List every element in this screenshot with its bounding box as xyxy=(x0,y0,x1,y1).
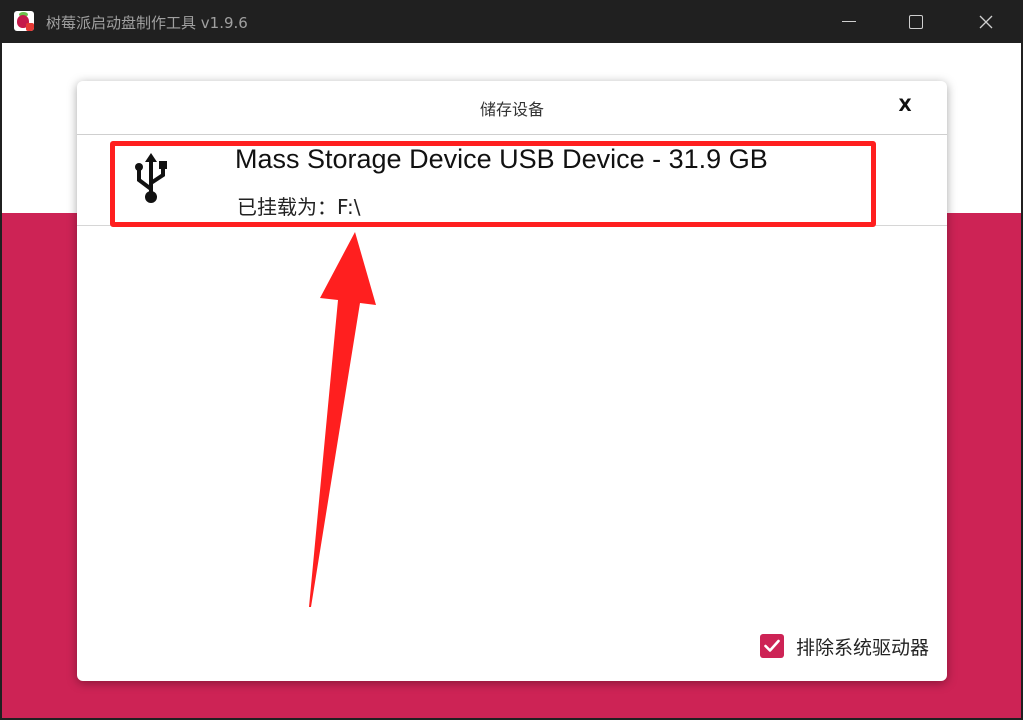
device-mount-point: 已挂载为：F:\ xyxy=(237,195,361,219)
app-window: 树莓派启动盘制作工具 v1.9.6 储存设备 X Mass Storage De… xyxy=(0,0,1023,720)
device-list-item[interactable]: Mass Storage Device USB Device - 31.9 GB… xyxy=(77,135,947,226)
title-bar[interactable]: 树莓派启动盘制作工具 v1.9.6 xyxy=(0,0,1023,43)
window-title: 树莓派启动盘制作工具 v1.9.6 xyxy=(46,14,248,32)
raspberry-pi-icon xyxy=(14,11,34,31)
dialog-close-button[interactable]: X xyxy=(892,93,918,119)
minimize-button[interactable] xyxy=(826,0,872,43)
maximize-icon xyxy=(909,14,923,29)
exclude-system-drives-label: 排除系统驱动器 xyxy=(796,636,930,659)
minimize-icon xyxy=(842,21,856,22)
main-content: 储存设备 X Mass Storage Device USB Device - … xyxy=(2,43,1021,718)
maximize-button[interactable] xyxy=(893,0,939,43)
storage-dialog: 储存设备 X Mass Storage Device USB Device - … xyxy=(77,81,947,681)
usb-icon xyxy=(135,153,167,203)
window-close-button[interactable] xyxy=(963,0,1009,43)
dialog-header: 储存设备 X xyxy=(77,81,947,135)
device-name: Mass Storage Device USB Device - 31.9 GB xyxy=(235,144,768,174)
checkbox-checked-icon xyxy=(760,634,784,658)
dialog-title: 储存设备 xyxy=(479,100,544,119)
close-icon xyxy=(979,15,993,28)
exclude-system-drives-checkbox[interactable]: 排除系统驱动器 xyxy=(760,633,929,659)
